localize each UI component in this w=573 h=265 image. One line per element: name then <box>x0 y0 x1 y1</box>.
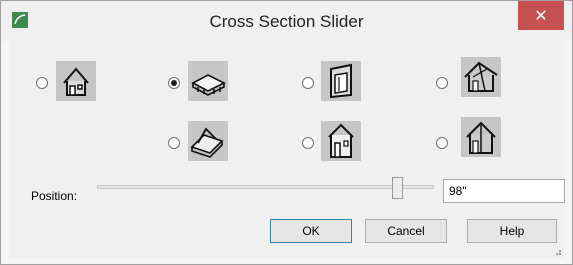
option-radio-7[interactable] <box>436 137 448 149</box>
cancel-button[interactable]: Cancel <box>365 219 447 243</box>
ok-button[interactable]: OK <box>270 219 352 243</box>
resize-grip-icon[interactable] <box>552 246 562 256</box>
close-button[interactable]: ✕ <box>518 1 564 30</box>
house-exterior-icon[interactable] <box>56 61 96 101</box>
option-radio-5[interactable] <box>168 137 180 149</box>
option-radio-1[interactable] <box>36 77 48 89</box>
position-input[interactable] <box>443 179 565 203</box>
house-base-cutaway-icon[interactable] <box>188 121 228 161</box>
dialog-content: Position: OK Cancel Help <box>9 41 565 258</box>
floor-slice-icon[interactable] <box>188 61 228 101</box>
title-bar: Cross Section Slider ✕ <box>1 1 572 41</box>
window-title: Cross Section Slider <box>209 12 364 31</box>
help-button[interactable]: Help <box>467 219 557 243</box>
option-radio-4[interactable] <box>436 77 448 89</box>
position-slider-track[interactable] <box>97 185 434 189</box>
house-vertical-cut-icon[interactable] <box>461 117 501 157</box>
roof-cutaway-icon[interactable] <box>461 57 501 97</box>
position-slider-thumb[interactable] <box>392 177 403 199</box>
house-side-cut-icon[interactable] <box>321 121 361 161</box>
cross-section-slider-dialog: Cross Section Slider ✕ Position: 98" OK … <box>0 0 573 265</box>
option-radio-3[interactable] <box>302 77 314 89</box>
option-radio-6[interactable] <box>302 137 314 149</box>
wall-section-icon[interactable] <box>321 61 361 101</box>
close-icon: ✕ <box>534 7 548 25</box>
option-radio-2[interactable] <box>168 77 180 89</box>
position-label: Position: <box>31 189 78 203</box>
